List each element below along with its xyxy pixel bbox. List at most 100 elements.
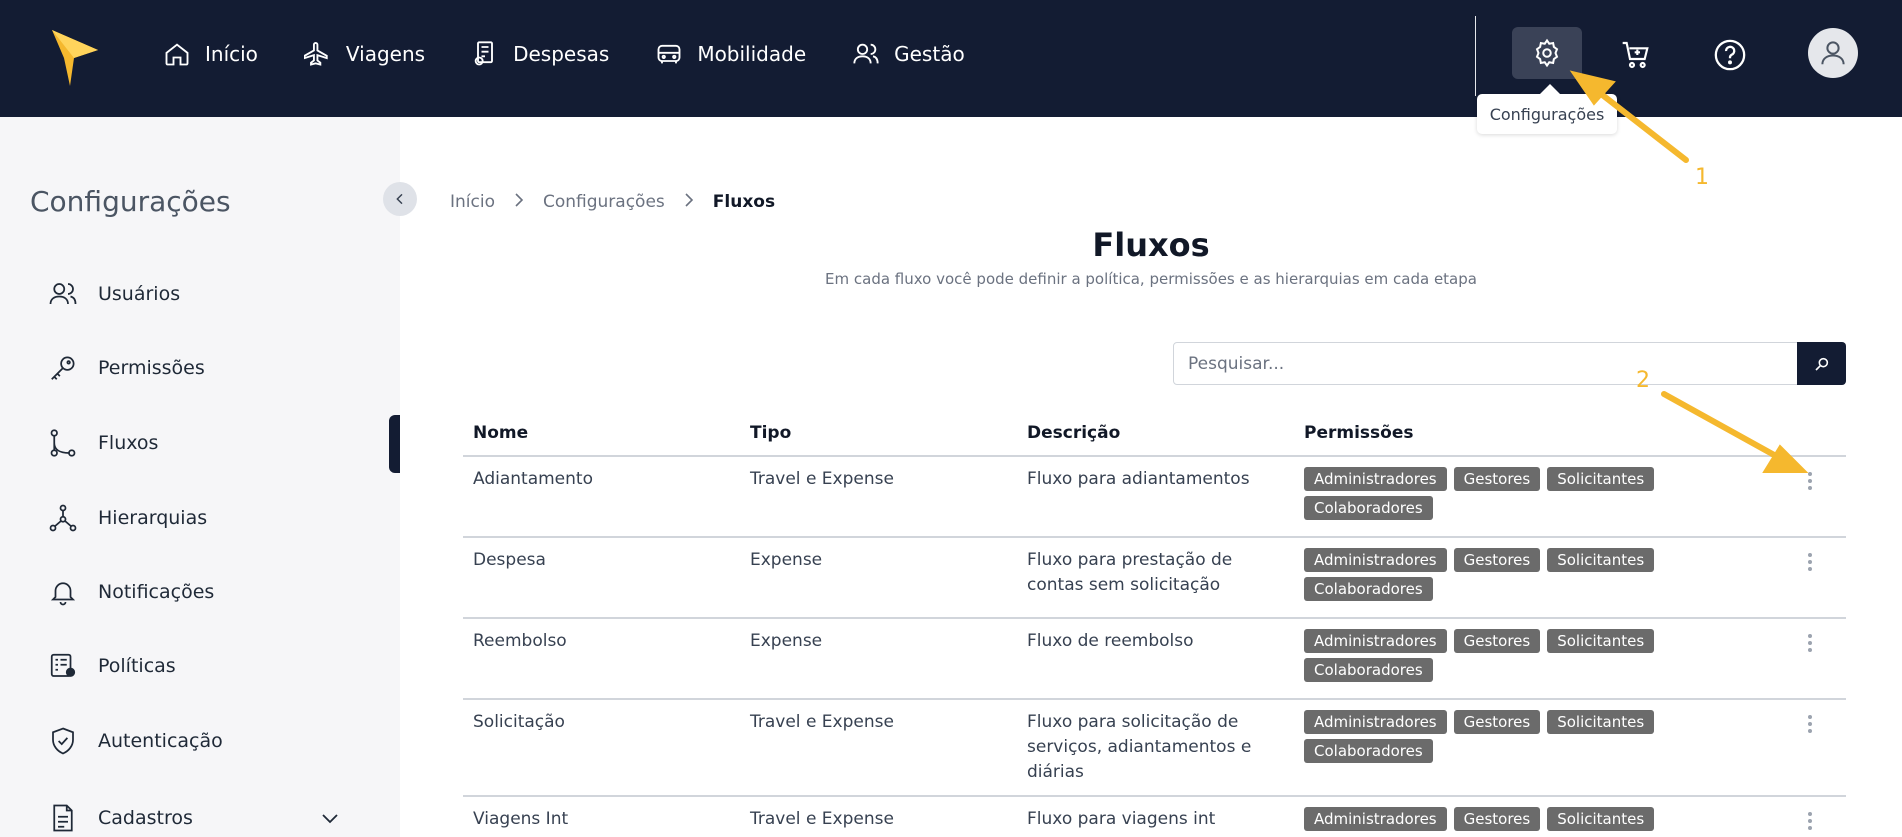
cell-tipo: Travel e Expense	[740, 456, 1017, 538]
permission-badge: Colaboradores	[1304, 658, 1433, 682]
chevron-left-icon	[396, 193, 403, 205]
nav-item-despesas[interactable]: Despesas	[471, 40, 609, 68]
more-vertical-icon	[1808, 634, 1812, 652]
sidebar-item-label: Notificações	[98, 581, 215, 603]
nav-item-label: Mobilidade	[697, 42, 807, 66]
cell-permissoes: Administradores Gestores Solicitantes Co…	[1294, 699, 1774, 797]
cell-nome: Despesa	[463, 537, 740, 619]
table-row[interactable]: Solicitação Travel e Expense Fluxo para …	[463, 699, 1846, 797]
flows-table: Nome Tipo Descrição Permissões Adiantame…	[463, 410, 1846, 837]
permission-badge: Colaboradores	[1304, 577, 1433, 601]
policy-icon	[50, 653, 76, 677]
breadcrumb-item-configuracoes[interactable]: Configurações	[543, 192, 665, 212]
cell-tipo: Expense	[740, 537, 1017, 619]
nav-item-label: Gestão	[894, 42, 965, 66]
nav-item-viagens[interactable]: Viagens	[303, 40, 426, 68]
column-header-nome: Nome	[463, 410, 740, 457]
airplane-icon	[303, 41, 328, 66]
row-actions-button[interactable]	[1784, 467, 1836, 491]
help-button[interactable]	[1713, 38, 1747, 72]
nav-item-inicio[interactable]: Início	[163, 40, 258, 68]
cart-button[interactable]	[1619, 38, 1653, 72]
cell-descricao: Fluxo para viagens int	[1017, 796, 1294, 837]
permission-badge: Gestores	[1453, 629, 1541, 653]
home-icon	[165, 43, 189, 66]
cell-actions	[1774, 537, 1846, 619]
table-row[interactable]: Reembolso Expense Fluxo de reembolso Adm…	[463, 618, 1846, 700]
shield-icon	[52, 727, 74, 755]
search-input[interactable]	[1173, 342, 1798, 385]
main-nav: Início Viagens Despesas Mobilidade Gestã…	[163, 0, 1011, 108]
nav-item-mobilidade[interactable]: Mobilidade	[655, 40, 806, 68]
permission-badge: Gestores	[1453, 467, 1541, 491]
cell-permissoes: Administradores Gestores Solicitantes Co…	[1294, 456, 1774, 538]
breadcrumb-item-inicio[interactable]: Início	[450, 192, 495, 212]
table-row[interactable]: Despesa Expense Fluxo para prestação de …	[463, 537, 1846, 619]
cell-tipo: Travel e Expense	[740, 699, 1017, 797]
users-icon	[853, 43, 879, 64]
table-row[interactable]: Adiantamento Travel e Expense Fluxo para…	[463, 456, 1846, 538]
row-actions-button[interactable]	[1784, 710, 1836, 734]
permission-badge: Gestores	[1453, 807, 1541, 831]
nav-item-label: Viagens	[345, 42, 426, 66]
sidebar-item-label: Cadastros	[98, 807, 193, 829]
permission-badge: Administradores	[1304, 467, 1447, 491]
permission-badge: Administradores	[1304, 629, 1447, 653]
sidebar-item-hierarquias[interactable]: Hierarquias	[48, 498, 207, 538]
sidebar-item-fluxos[interactable]: Fluxos	[48, 423, 158, 463]
sidebar-item-permissoes[interactable]: Permissões	[48, 348, 205, 388]
cell-nome: Adiantamento	[463, 456, 740, 538]
cell-actions	[1774, 699, 1846, 797]
search-icon	[1814, 357, 1828, 371]
column-header-descricao: Descrição	[1017, 410, 1294, 457]
active-item-indicator	[389, 415, 400, 473]
sidebar-item-politicas[interactable]: Políticas	[48, 646, 176, 686]
sidebar-item-autenticacao[interactable]: Autenticação	[48, 721, 223, 761]
permission-badge: Administradores	[1304, 807, 1447, 831]
permission-badge: Solicitantes	[1547, 807, 1655, 831]
permission-badge: Solicitantes	[1547, 467, 1655, 491]
permission-badge: Solicitantes	[1547, 629, 1655, 653]
search-button[interactable]	[1797, 342, 1846, 385]
chevron-down-icon	[322, 814, 338, 824]
key-icon	[51, 356, 75, 380]
cell-actions	[1774, 618, 1846, 700]
row-actions-button[interactable]	[1784, 629, 1836, 653]
more-vertical-icon	[1808, 812, 1812, 830]
cell-tipo: Expense	[740, 618, 1017, 700]
settings-sidebar: Configurações Usuários Permissões Fluxos…	[0, 117, 400, 837]
gear-icon	[1535, 38, 1559, 68]
nav-item-gestao[interactable]: Gestão	[852, 40, 965, 68]
sidebar-item-usuarios[interactable]: Usuários	[48, 274, 180, 314]
chevron-right-icon	[513, 192, 525, 212]
chevron-right-icon	[683, 192, 695, 212]
column-header-permissoes: Permissões	[1294, 410, 1774, 457]
settings-button[interactable]	[1512, 27, 1582, 79]
row-actions-button[interactable]	[1784, 807, 1836, 831]
permission-badge: Colaboradores	[1304, 739, 1433, 763]
annotation-label-2: 2	[1636, 368, 1650, 393]
cell-descricao: Fluxo para prestação de contas sem solic…	[1017, 537, 1294, 619]
logo-icon[interactable]	[50, 28, 100, 88]
sidebar-item-notificacoes[interactable]: Notificações	[48, 572, 214, 612]
sidebar-item-label: Fluxos	[98, 432, 159, 454]
nav-item-label: Início	[205, 42, 258, 66]
permission-badge: Administradores	[1304, 548, 1447, 572]
table-header-row: Nome Tipo Descrição Permissões	[463, 410, 1846, 457]
page-title-wrap: Fluxos	[400, 226, 1902, 264]
sidebar-collapse-button[interactable]	[383, 182, 417, 216]
table-row[interactable]: Viagens Int Travel e Expense Fluxo para …	[463, 796, 1846, 837]
sidebar-item-label: Usuários	[98, 283, 181, 305]
cell-actions	[1774, 456, 1846, 538]
avatar[interactable]	[1808, 28, 1858, 78]
document-icon	[53, 804, 73, 832]
sidebar-item-cadastros[interactable]: Cadastros	[48, 798, 348, 837]
permission-badge: Solicitantes	[1547, 548, 1655, 572]
cell-nome: Reembolso	[463, 618, 740, 700]
cell-permissoes: Administradores Gestores Solicitantes	[1294, 796, 1774, 837]
cell-permissoes: Administradores Gestores Solicitantes Co…	[1294, 537, 1774, 619]
receipt-icon	[474, 41, 494, 66]
nav-divider	[1475, 16, 1476, 96]
row-actions-button[interactable]	[1784, 548, 1836, 572]
cell-actions	[1774, 796, 1846, 837]
